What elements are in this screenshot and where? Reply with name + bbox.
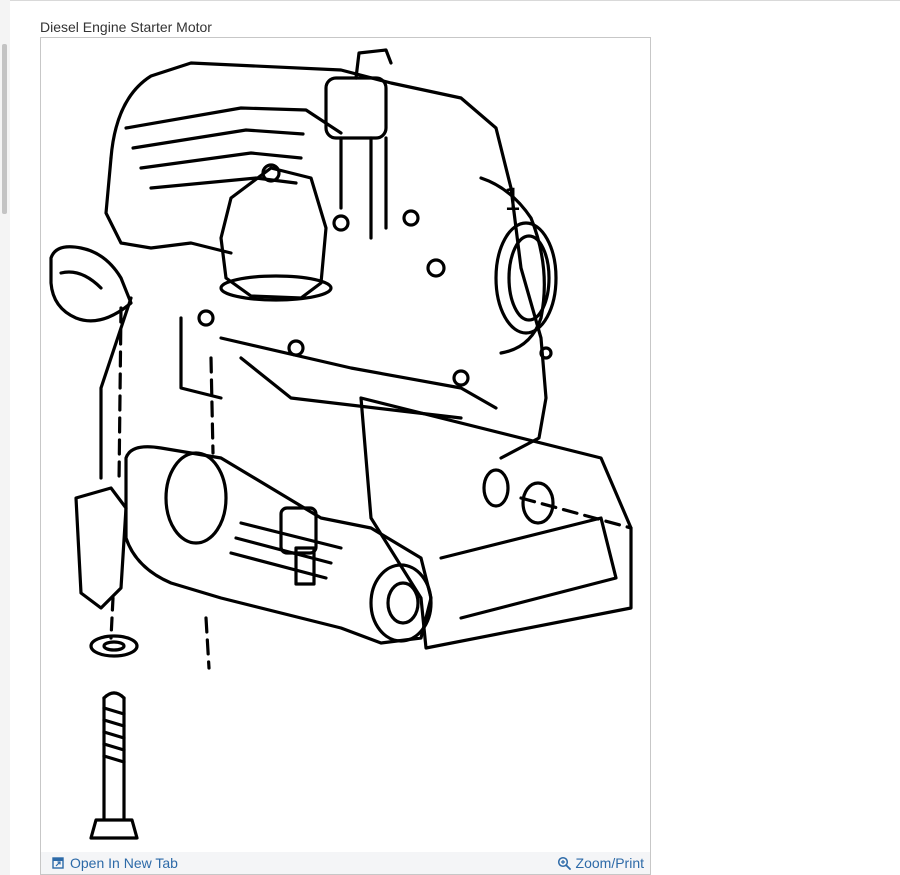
open-in-new-tab-label: Open In New Tab	[70, 855, 178, 871]
scrollbar-thumb[interactable]	[2, 44, 7, 214]
left-scrollbar[interactable]	[0, 0, 10, 875]
zoom-print-link[interactable]: Zoom/Print	[557, 855, 644, 871]
figure-footer: Open In New Tab Zoom/Print	[41, 852, 650, 874]
figure-frame: 1 Open In New Tab Zoom/Print	[40, 37, 651, 875]
top-divider	[0, 0, 900, 1]
magnifier-plus-icon	[557, 856, 571, 870]
zoom-print-label: Zoom/Print	[575, 855, 644, 871]
engine-starter-illustration: 1	[49, 48, 633, 840]
open-in-new-tab-link[interactable]: Open In New Tab	[51, 855, 178, 871]
callout-number: 1	[503, 183, 521, 218]
figure-title: Diesel Engine Starter Motor	[40, 19, 212, 35]
open-new-tab-icon	[52, 857, 64, 869]
